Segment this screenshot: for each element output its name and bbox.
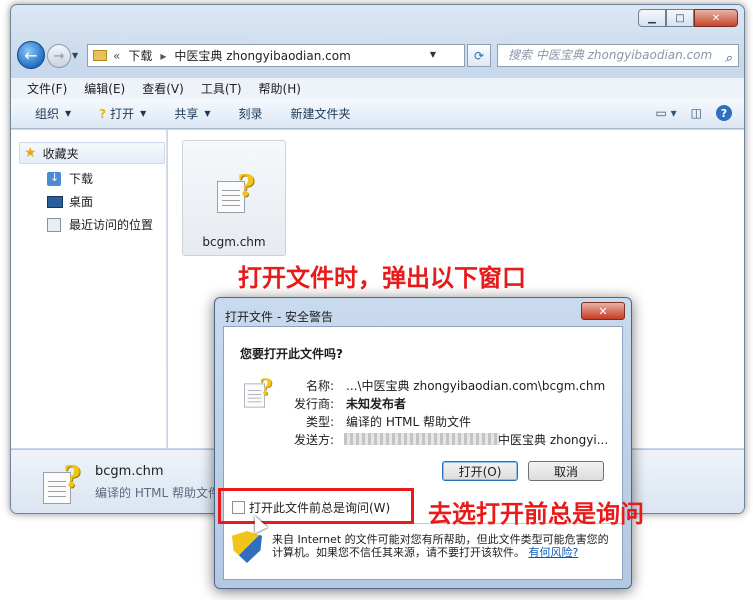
menu-view[interactable]: 查看(V) [142, 80, 184, 97]
chevron-right-icon: ▸ [160, 48, 167, 63]
toolbar-right: ▭ ▾ ◫ ? [641, 105, 732, 121]
chevron-down-icon: ▼ [65, 109, 72, 118]
caption-buttons: ▁ □ ✕ [638, 9, 738, 27]
open-button[interactable]: ? 打开 ▼ [99, 105, 146, 122]
menu-edit[interactable]: 编辑(E) [84, 80, 125, 97]
nav-downloads-label: 下载 [69, 172, 94, 186]
menu-tools[interactable]: 工具(T) [201, 80, 242, 97]
organize-button[interactable]: 组织 ▼ [35, 105, 71, 122]
details-file-name: bcgm.chm [95, 464, 164, 479]
chm-file-icon: ? [244, 375, 273, 408]
risk-link[interactable]: 有何风险? [529, 546, 579, 559]
command-toolbar: 组织 ▼ ? 打开 ▼ 共享 ▼ 刻录 新建文件夹 ▭ ▾ ◫ ? [11, 99, 744, 129]
nav-favorites-label: 收藏夹 [42, 146, 79, 161]
chm-file-icon: ? [217, 169, 255, 213]
shield-warning-icon [232, 531, 262, 563]
forward-button[interactable]: → [47, 44, 71, 68]
dialog-title: 打开文件 - 安全警告 [225, 310, 333, 324]
new-folder-button[interactable]: 新建文件夹 [291, 105, 351, 122]
maximize-button[interactable]: □ [666, 9, 694, 27]
open-button[interactable]: 打开(O) [442, 461, 518, 481]
nav-recent[interactable]: 最近访问的位置 [47, 216, 153, 233]
recent-places-icon [47, 217, 61, 232]
security-warning-dialog: 打开文件 - 安全警告 ✕ 您要打开此文件吗? ? 名称: ...\中医宝典 z… [214, 297, 632, 589]
warning-row: 来自 Internet 的文件可能对您有所帮助，但此文件类型可能危害您的计算机。… [232, 531, 614, 563]
dialog-question: 您要打开此文件吗? [240, 347, 343, 361]
history-dropdown-icon[interactable]: ▼ [72, 51, 78, 60]
share-label: 共享 [174, 107, 199, 121]
redacted-source [344, 433, 500, 445]
annotation-bottom: 去选打开前总是询问 [428, 500, 644, 528]
close-button[interactable]: ✕ [694, 9, 738, 27]
address-part-downloads[interactable]: 下载 [128, 47, 152, 64]
open-label: 打开 [110, 107, 135, 121]
address-overflow[interactable]: « [113, 49, 120, 63]
name-label: 名称: [305, 379, 334, 393]
back-button[interactable]: ← [17, 41, 45, 69]
nav-favorites[interactable]: ★ 收藏夹 [19, 142, 165, 164]
details-file-type: 编译的 HTML 帮助文件 [95, 486, 221, 500]
minimize-button[interactable]: ▁ [638, 9, 666, 27]
address-dropdown-icon[interactable]: ▼ [430, 50, 436, 59]
file-name: bcgm.chm [202, 235, 266, 249]
star-icon: ★ [24, 145, 37, 161]
chm-file-icon: ? [43, 460, 81, 504]
dialog-close-button[interactable]: ✕ [581, 302, 625, 320]
search-placeholder: 搜索 中医宝典 zhongyibaodian.com [508, 48, 713, 62]
address-part-folder[interactable]: 中医宝典 zhongyibaodian.com [174, 47, 350, 64]
nav-downloads[interactable]: 下载 [47, 170, 93, 187]
cancel-button[interactable]: 取消 [528, 461, 604, 481]
dialog-body: 您要打开此文件吗? ? 名称: ...\中医宝典 zhongyibaodian.… [223, 326, 623, 580]
publisher-value: 未知发布者 [346, 397, 407, 411]
navigation-row: ← → ▼ « 下载 ▸ 中医宝典 zhongyibaodian.com ▼ ⟳… [17, 41, 739, 73]
downloads-icon [47, 171, 61, 186]
chevron-down-icon: ▼ [204, 109, 211, 118]
annotation-top: 打开文件时，弹出以下窗口 [238, 264, 526, 292]
search-input[interactable]: 搜索 中医宝典 zhongyibaodian.com ⌕ [497, 44, 739, 67]
folder-icon [93, 50, 107, 61]
burn-button[interactable]: 刻录 [238, 105, 262, 122]
file-item-bcgm[interactable]: ? bcgm.chm [182, 140, 286, 256]
search-icon[interactable]: ⌕ [725, 48, 732, 69]
navigation-pane: ★ 收藏夹 下载 桌面 最近访问的位置 [11, 130, 167, 448]
menu-help[interactable]: 帮助(H) [259, 80, 301, 97]
menu-bar: 文件(F) 编辑(E) 查看(V) 工具(T) 帮助(H) [11, 77, 744, 99]
open-file-icon: ? [99, 106, 107, 121]
help-icon[interactable]: ? [716, 105, 732, 121]
burn-label: 刻录 [238, 107, 263, 121]
from-value: 中医宝典 zhongyi... [498, 433, 609, 447]
preview-pane-icon[interactable]: ◫ [691, 106, 702, 120]
name-value: ...\中医宝典 zhongyibaodian.com\bcgm.chm [346, 379, 606, 393]
nav-recent-label: 最近访问的位置 [69, 218, 154, 232]
type-label: 类型: [305, 415, 334, 429]
view-options-icon[interactable]: ▭ ▾ [655, 106, 676, 120]
address-bar[interactable]: « 下载 ▸ 中医宝典 zhongyibaodian.com ▼ [87, 44, 465, 67]
desktop-icon [47, 195, 63, 208]
share-button[interactable]: 共享 ▼ [174, 105, 210, 122]
menu-file[interactable]: 文件(F) [27, 80, 67, 97]
publisher-label: 发行商: [293, 397, 334, 411]
organize-label: 组织 [35, 107, 60, 121]
type-value: 编译的 HTML 帮助文件 [346, 415, 472, 429]
new-folder-label: 新建文件夹 [290, 107, 351, 121]
chevron-down-icon: ▼ [140, 109, 147, 118]
nav-desktop-label: 桌面 [69, 195, 94, 209]
from-label: 发送方: [293, 433, 334, 447]
nav-desktop[interactable]: 桌面 [47, 193, 93, 210]
refresh-button[interactable]: ⟳ [467, 44, 491, 67]
